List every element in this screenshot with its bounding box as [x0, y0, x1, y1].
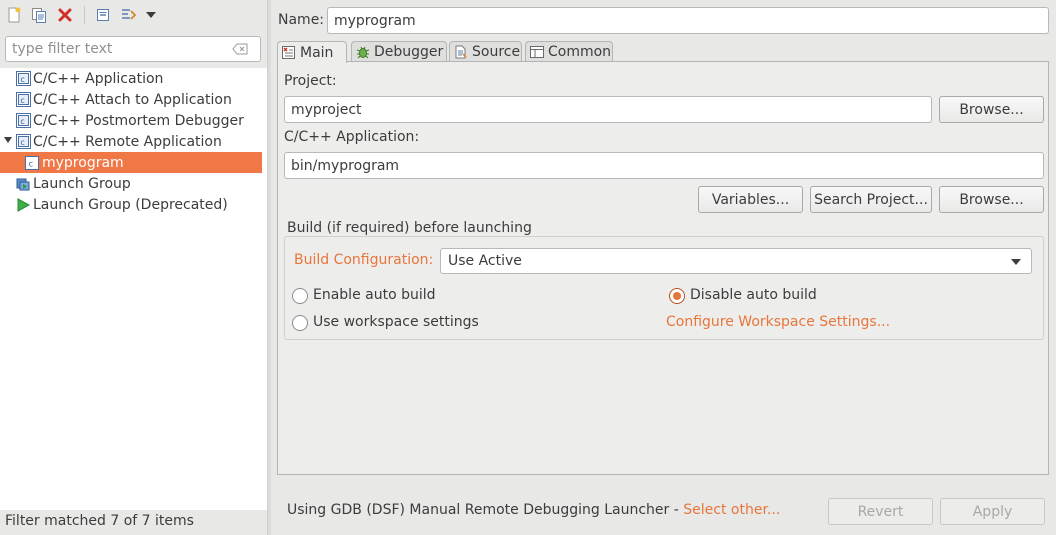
browse-project-button[interactable]: Browse... [939, 96, 1044, 123]
pane-splitter[interactable] [267, 0, 271, 535]
duplicate-icon[interactable] [30, 6, 48, 24]
new-launch-configuration-icon[interactable] [5, 6, 23, 24]
variables-button[interactable]: Variables... [698, 186, 803, 213]
launch-group-icon [15, 176, 31, 192]
tab-main[interactable]: Main [277, 41, 347, 63]
cpp-attach-icon: c [15, 92, 31, 108]
filter-input[interactable] [6, 37, 226, 61]
delete-icon[interactable] [56, 6, 74, 24]
build-configuration-value: Use Active [448, 253, 522, 269]
configure-workspace-settings-link[interactable]: Configure Workspace Settings... [666, 314, 890, 330]
tree-item-launch-group-deprecated[interactable]: Launch Group (Deprecated) [0, 194, 262, 215]
application-label: C/C++ Application: [284, 129, 420, 145]
cpp-launch-config-icon: c [24, 155, 40, 171]
apply-button[interactable]: Apply [940, 498, 1045, 525]
svg-text:c: c [20, 138, 24, 147]
disable-auto-build-label: Disable auto build [690, 287, 817, 303]
cpp-postmortem-icon: c [15, 113, 31, 129]
name-label: Name: [278, 12, 325, 28]
svg-text:c: c [20, 75, 24, 84]
tree-item-label: C/C++ Attach to Application [33, 91, 232, 108]
collapse-all-icon[interactable] [94, 6, 112, 24]
run-icon [15, 197, 31, 213]
tab-label: Common [548, 44, 612, 60]
select-other-link[interactable]: Select other... [683, 502, 780, 518]
svg-text:c: c [20, 96, 24, 105]
tree-item-cpp-attach[interactable]: c C/C++ Attach to Application [0, 89, 262, 110]
config-tabs: Main Debugger Source Common [277, 41, 1056, 63]
revert-button[interactable]: Revert [828, 498, 933, 525]
filter-status-text: Filter matched 7 of 7 items [5, 513, 194, 529]
build-configuration-select[interactable]: Use Active [440, 248, 1032, 274]
common-tab-icon [530, 45, 544, 59]
enable-auto-build-label: Enable auto build [313, 287, 436, 303]
launch-config-toolbar [0, 0, 267, 32]
tree-item-cpp-postmortem[interactable]: c C/C++ Postmortem Debugger [0, 110, 262, 131]
build-group-title: Build (if required) before launching [284, 220, 535, 236]
enable-auto-build-radio[interactable] [292, 288, 308, 304]
use-workspace-settings-label: Use workspace settings [313, 314, 479, 330]
tree-item-label: myprogram [42, 154, 124, 171]
project-label: Project: [284, 73, 337, 89]
tree-item-launch-group[interactable]: Launch Group [0, 173, 262, 194]
tab-label: Debugger [374, 44, 444, 60]
tab-label: Main [300, 44, 334, 61]
tree-item-cpp-application[interactable]: c C/C++ Application [0, 68, 262, 89]
tree-item-label: C/C++ Postmortem Debugger [33, 112, 244, 129]
configuration-name-input[interactable] [327, 7, 1049, 34]
application-input[interactable] [284, 152, 1044, 179]
project-input[interactable] [284, 96, 932, 123]
source-icon [454, 45, 468, 59]
tab-label: Source [472, 44, 521, 60]
cpp-application-icon: c [15, 71, 31, 87]
main-tab-icon [282, 45, 296, 60]
filter-box [5, 36, 261, 62]
tab-source[interactable]: Source [449, 41, 522, 62]
expanded-chevron-icon[interactable] [4, 137, 12, 143]
disable-auto-build-radio[interactable] [669, 288, 685, 304]
tab-debugger[interactable]: Debugger [351, 41, 447, 62]
cpp-remote-icon: c [15, 134, 31, 150]
tree-item-label: Launch Group [33, 175, 131, 192]
tree-item-myprogram[interactable]: c myprogram [0, 152, 262, 173]
view-menu-icon[interactable] [142, 6, 160, 24]
launcher-info: Using GDB (DSF) Manual Remote Debugging … [287, 502, 780, 518]
launch-config-pane: c C/C++ Application c C/C++ Attach to Ap… [0, 0, 267, 535]
svg-text:c: c [20, 117, 24, 126]
svg-text:c: c [29, 159, 33, 168]
chevron-down-icon [1011, 259, 1021, 265]
tab-common[interactable]: Common [525, 41, 613, 62]
browse-application-button[interactable]: Browse... [939, 186, 1044, 213]
tree-item-label: Launch Group (Deprecated) [33, 196, 228, 213]
bug-icon [356, 45, 370, 59]
tree-item-label: C/C++ Application [33, 70, 164, 87]
tree-item-label: C/C++ Remote Application [33, 133, 222, 150]
search-project-button[interactable]: Search Project... [810, 186, 932, 213]
filter-icon[interactable] [120, 6, 138, 24]
launcher-text: Using GDB (DSF) Manual Remote Debugging … [287, 502, 684, 518]
clear-filter-icon[interactable] [232, 43, 248, 55]
tree-item-cpp-remote[interactable]: c C/C++ Remote Application [0, 131, 262, 152]
use-workspace-settings-radio[interactable] [292, 315, 308, 331]
build-configuration-label: Build Configuration: [294, 252, 434, 268]
launch-config-tree: c C/C++ Application c C/C++ Attach to Ap… [0, 68, 267, 510]
toolbar-separator [84, 6, 85, 24]
